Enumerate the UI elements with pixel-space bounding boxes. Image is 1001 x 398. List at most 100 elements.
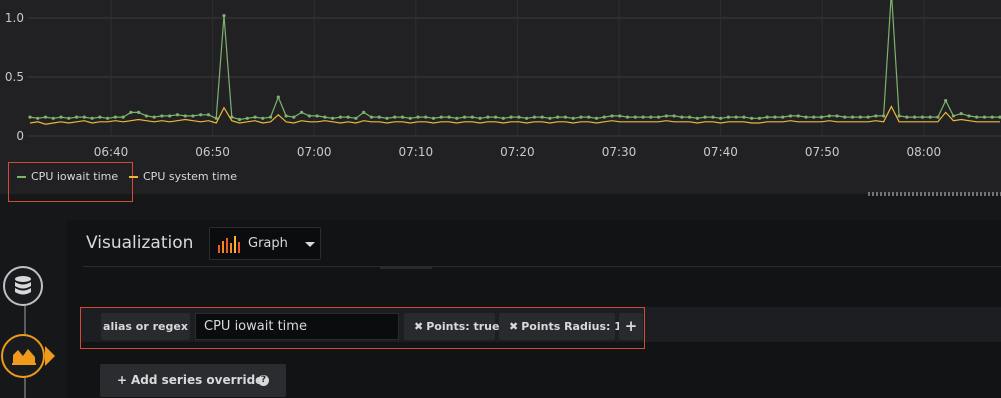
data-point [788, 114, 793, 118]
data-point [447, 115, 451, 119]
data-point [773, 115, 777, 119]
data-point [36, 116, 40, 120]
data-point [129, 110, 133, 114]
graph-panel: 0 0.5 1.0 06:40 06:50 07:00 07:10 07:20 07:30 07:… [0, 0, 1001, 194]
data-point [944, 99, 948, 103]
override-tag-points[interactable]: ✖ Points: true [404, 313, 499, 340]
data-point [866, 115, 870, 119]
data-point [641, 115, 645, 119]
data-point [742, 115, 746, 119]
data-point [835, 114, 839, 118]
horizontal-scrollbar[interactable] [868, 192, 1001, 196]
data-point [462, 115, 467, 119]
data-point [59, 115, 63, 119]
data-point [781, 115, 785, 119]
data-point [439, 115, 443, 119]
data-point [688, 115, 692, 119]
legend-label: CPU iowait time [31, 170, 119, 183]
data-point [276, 95, 280, 99]
data-point [106, 116, 110, 120]
help-icon[interactable]: ? [258, 375, 269, 386]
data-point [897, 114, 901, 118]
x-tick-label: 06:40 [94, 145, 129, 159]
data-point [199, 113, 203, 117]
legend-swatch [17, 175, 26, 178]
data-point [672, 114, 676, 118]
data-point [594, 116, 599, 120]
data-point [67, 116, 71, 120]
x-tick-label: 07:00 [297, 145, 332, 159]
data-point [936, 115, 940, 119]
data-point [175, 113, 180, 117]
data-point [393, 115, 397, 119]
data-point [649, 115, 653, 119]
y-tick-label: 0 [16, 129, 24, 143]
plus-icon: + [117, 373, 128, 387]
data-point [602, 115, 606, 119]
data-point [424, 115, 428, 119]
data-point [959, 111, 963, 116]
data-point [882, 114, 886, 118]
plus-icon: + [624, 317, 638, 335]
data-point [695, 116, 699, 120]
x-tick-label: 06:50 [195, 145, 230, 159]
data-point [610, 114, 614, 118]
legend-item-iowait[interactable]: CPU iowait time [17, 170, 118, 183]
legend-item-system[interactable]: CPU system time [129, 170, 237, 183]
data-point [416, 115, 420, 119]
data-point [144, 114, 148, 118]
x-tick-label: 07:40 [703, 145, 738, 159]
data-point [734, 115, 738, 119]
data-point [843, 115, 847, 119]
data-point [951, 114, 956, 118]
data-point [222, 14, 226, 18]
data-point [571, 116, 575, 120]
visualization-tab-button[interactable] [1, 334, 45, 378]
x-tick-label: 07:10 [399, 145, 434, 159]
data-point [494, 115, 498, 119]
data-point [719, 116, 723, 120]
data-point [703, 115, 707, 119]
data-point [967, 114, 971, 118]
graph-plot: 0 0.5 1.0 06:40 06:50 07:00 07:10 07:20 07:30 07:… [5, 0, 1001, 159]
data-point [338, 115, 342, 119]
data-point [618, 114, 622, 118]
queries-tab-button[interactable] [3, 266, 43, 306]
data-point [377, 115, 381, 119]
data-point [625, 115, 630, 119]
data-point [633, 115, 637, 119]
close-icon[interactable]: ✖ [509, 320, 518, 333]
data-point [168, 114, 172, 118]
override-tag-label: Points: true [426, 320, 500, 333]
data-point [858, 115, 862, 119]
legend-swatch [129, 175, 138, 178]
data-point [905, 115, 909, 119]
add-series-override-button[interactable]: + Add series override ? [100, 364, 286, 397]
alias-input[interactable]: CPU iowait time [195, 313, 399, 340]
data-point [354, 116, 358, 120]
data-point [470, 115, 474, 119]
close-icon[interactable]: ✖ [414, 320, 423, 333]
tab-indicator [380, 266, 432, 269]
data-point [579, 115, 583, 119]
tab-divider [83, 266, 1001, 267]
data-point [245, 116, 249, 120]
data-point [548, 116, 552, 120]
data-point [253, 115, 257, 119]
add-override-property-button[interactable]: + [619, 313, 643, 340]
data-point [90, 116, 94, 120]
x-tick-label: 07:20 [500, 145, 535, 159]
data-point [292, 115, 296, 119]
override-tag-points-radius[interactable]: ✖ Points Radius: 1 [499, 313, 622, 340]
data-point [726, 115, 731, 119]
add-series-override-label: Add series override [131, 373, 264, 387]
visualization-picker[interactable]: Graph [209, 227, 321, 260]
data-point [455, 116, 459, 120]
data-point [509, 115, 513, 119]
data-point [819, 115, 824, 119]
data-point [113, 115, 117, 119]
alias-or-regex-label: alias or regex [101, 313, 190, 340]
y-tick-label: 0.5 [5, 70, 24, 84]
data-point [206, 113, 211, 117]
data-point [28, 115, 32, 119]
